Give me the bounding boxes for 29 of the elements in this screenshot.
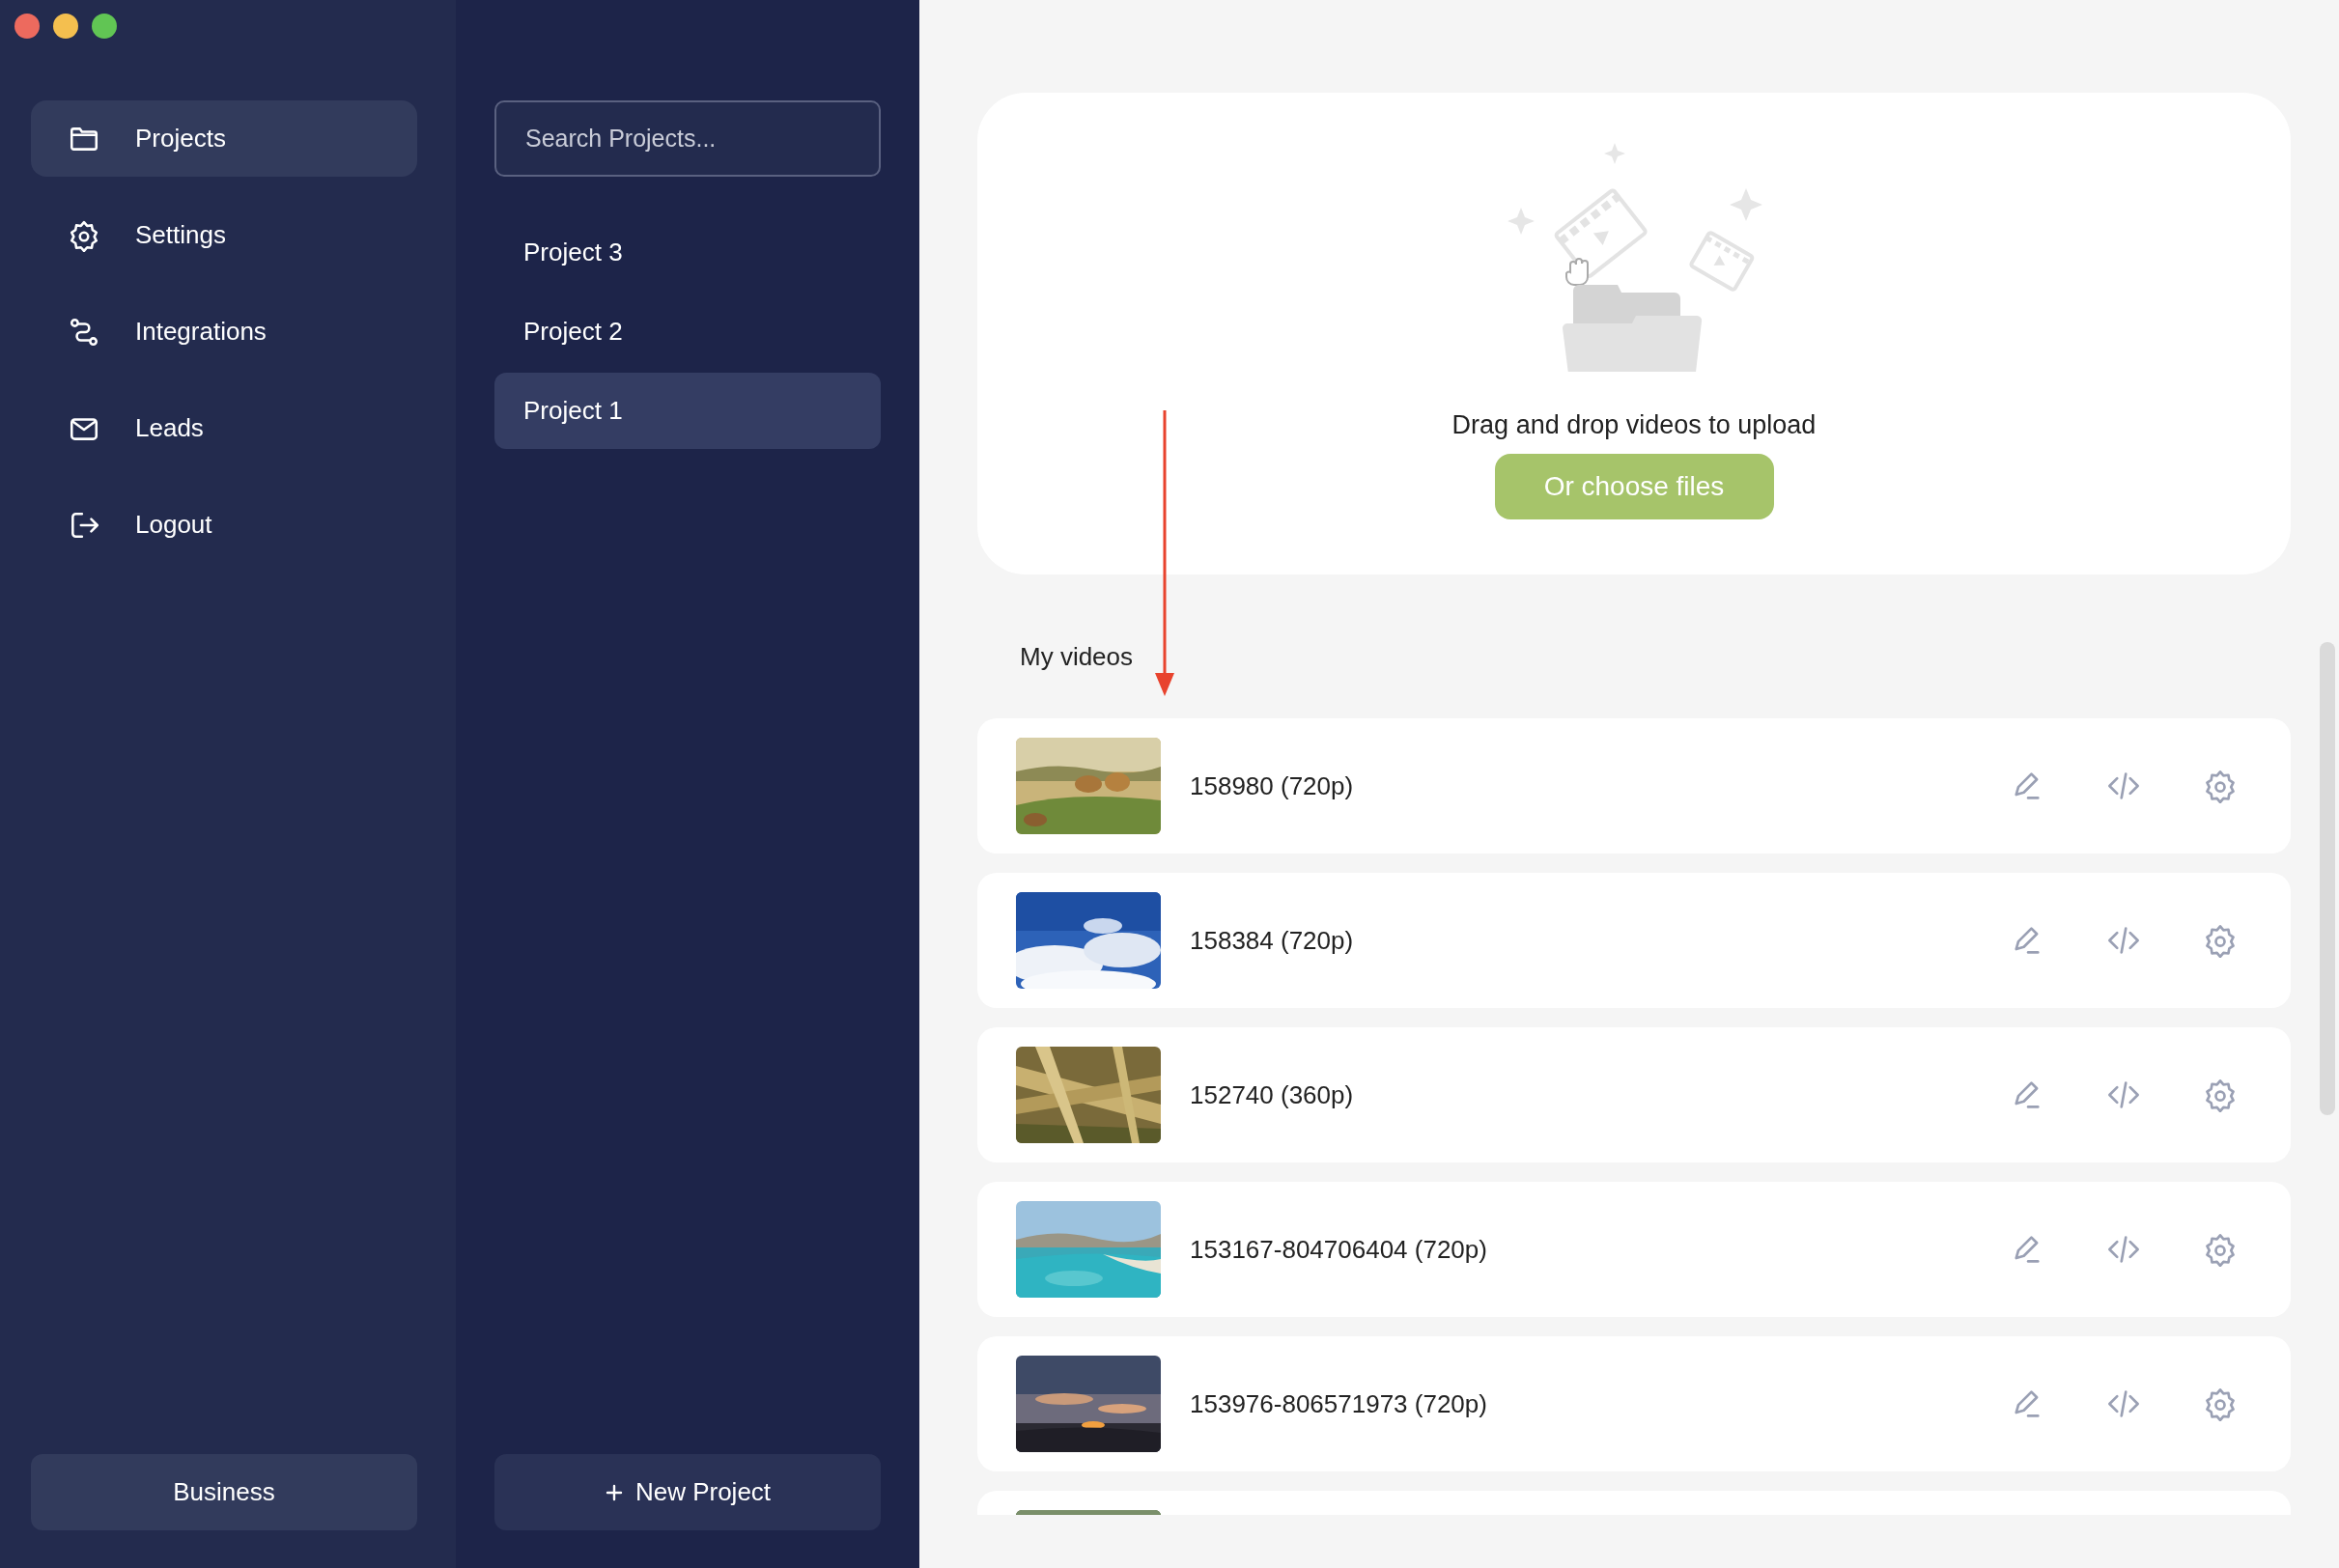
- nav-item[interactable]: Integrations: [31, 294, 417, 370]
- settings-icon[interactable]: [2203, 1386, 2238, 1421]
- video-title: 153976-806571973 (720p): [1190, 1388, 1488, 1419]
- nav-item[interactable]: Projects: [31, 100, 417, 177]
- new-project-button[interactable]: New Project: [494, 1454, 881, 1530]
- video-title: 153167-804706404 (720p): [1190, 1234, 1488, 1265]
- video-title: 158384 (720p): [1190, 925, 1355, 956]
- search-field[interactable]: Search Projects...: [494, 100, 881, 177]
- settings-icon[interactable]: [2203, 769, 2238, 803]
- settings-icon[interactable]: [2203, 1232, 2238, 1267]
- project-item[interactable]: Project 2: [494, 294, 881, 370]
- scrollbar-thumb[interactable]: [2320, 642, 2335, 1115]
- nav-item[interactable]: Leads: [31, 390, 417, 466]
- plus-icon: [604, 1482, 624, 1502]
- video-title: 158980 (720p): [1190, 770, 1355, 801]
- settings-icon[interactable]: [2203, 1078, 2238, 1112]
- video-title: 152740 (360p): [1190, 1079, 1355, 1110]
- nav-item[interactable]: Settings: [31, 197, 417, 273]
- close-window-button[interactable]: [14, 14, 40, 39]
- settings-icon[interactable]: [2203, 923, 2238, 958]
- nav-item[interactable]: Logout: [31, 487, 417, 563]
- project-item[interactable]: Project 3: [494, 214, 881, 291]
- zoom-window-button[interactable]: [92, 14, 117, 39]
- upload-prompt: Drag and drop videos to upload: [1451, 410, 1817, 440]
- settings-icon: [68, 218, 100, 252]
- plan-button[interactable]: Business: [31, 1454, 417, 1530]
- project-item[interactable]: Project 1: [494, 373, 881, 449]
- section-title: My videos: [1020, 641, 1134, 673]
- minimize-window-button[interactable]: [53, 14, 78, 39]
